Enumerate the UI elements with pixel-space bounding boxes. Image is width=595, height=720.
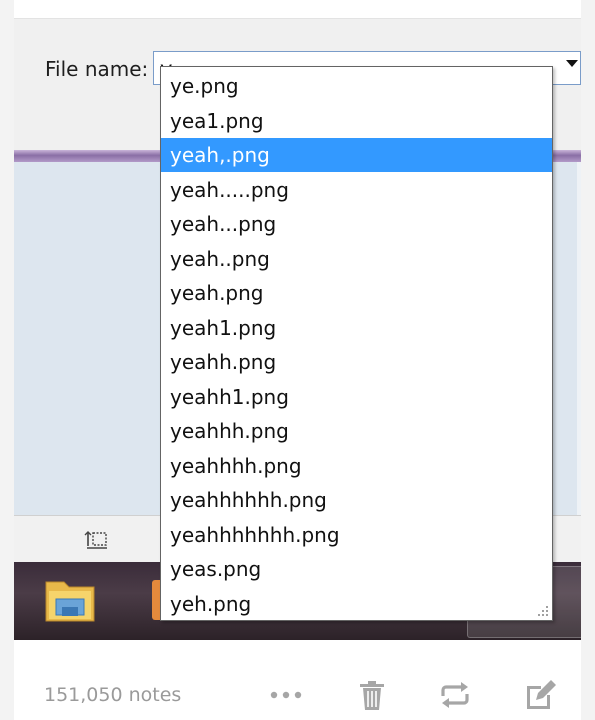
autocomplete-item[interactable]: ye.png xyxy=(161,69,552,103)
autocomplete-item[interactable]: yeahh.png xyxy=(161,345,552,379)
autocomplete-item[interactable]: yeah,.png xyxy=(161,138,552,172)
autocomplete-item[interactable]: yeh.png xyxy=(161,587,552,621)
autocomplete-item[interactable]: yeahhhh.png xyxy=(161,449,552,483)
autocomplete-item[interactable]: yeahhh.png xyxy=(161,414,552,448)
edit-icon[interactable] xyxy=(522,678,558,712)
autocomplete-item[interactable]: yea1.png xyxy=(161,104,552,138)
autocomplete-item[interactable]: yeas.png xyxy=(161,552,552,586)
filename-label: File name: xyxy=(45,57,149,81)
folder-icon[interactable] xyxy=(40,570,100,626)
autocomplete-item[interactable]: yeah...png xyxy=(161,207,552,241)
autocomplete-item[interactable]: yeah1.png xyxy=(161,311,552,345)
autocomplete-item[interactable]: yeahhhhhh.png xyxy=(161,483,552,517)
pane-scrollbar[interactable] xyxy=(577,162,581,515)
more-icon[interactable] xyxy=(268,678,304,712)
autocomplete-item[interactable]: yeah..png xyxy=(161,242,552,276)
autocomplete-item[interactable]: yeahh1.png xyxy=(161,380,552,414)
notes-count[interactable]: 151,050 notes xyxy=(44,684,181,706)
autocomplete-item[interactable]: yeah.png xyxy=(161,276,552,310)
autocomplete-dropdown[interactable]: ye.png yea1.png yeah,.png yeah.....png yeah.… xyxy=(160,66,553,621)
dropdown-arrow-icon[interactable] xyxy=(566,60,578,67)
reblog-icon[interactable] xyxy=(437,678,473,712)
autocomplete-item[interactable]: yeah.....png xyxy=(161,173,552,207)
trash-icon[interactable] xyxy=(354,678,390,712)
autocomplete-item[interactable]: yeahhhhhhh.png xyxy=(161,518,552,552)
layout-icon[interactable] xyxy=(84,529,110,551)
